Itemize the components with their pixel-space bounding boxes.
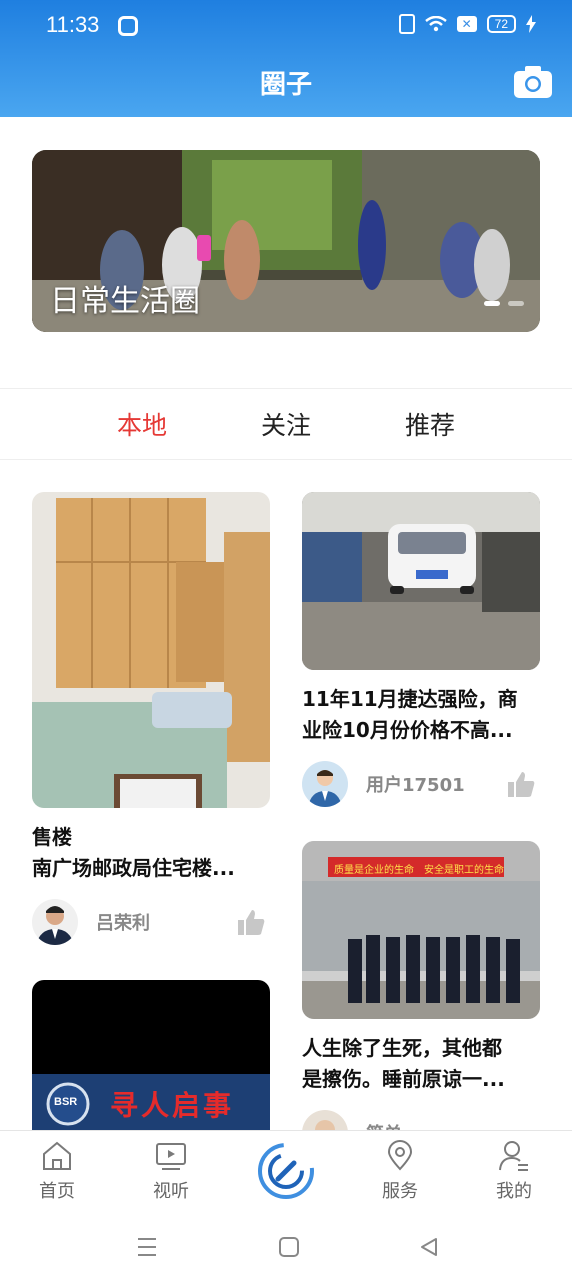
nav-profile[interactable]: 我的: [474, 1139, 554, 1203]
tab-recommended[interactable]: 推荐: [405, 406, 455, 442]
tv-icon: [156, 1143, 186, 1170]
bottom-navigation: 首页 视听 服务 我的: [0, 1130, 572, 1216]
avatar[interactable]: [302, 761, 348, 807]
post-card[interactable]: 质量是企业的生命 安全是职工的生命 人生除了生死，其他都 是擦伤。睡前原谅一..…: [302, 841, 540, 1157]
circle-center-icon: [258, 1143, 314, 1199]
image-caption: 寻人启事: [110, 1089, 235, 1122]
page-title: 圈子: [259, 70, 312, 100]
image-banner-text: 质量是企业的生命 安全是职工的生命: [334, 865, 504, 876]
nav-service[interactable]: 服务: [360, 1139, 440, 1203]
home-icon: [43, 1141, 71, 1170]
charging-icon: [526, 15, 536, 33]
vibrate-icon: [398, 14, 415, 34]
location-icon: [387, 1140, 413, 1171]
nav-label: 服务: [382, 1181, 418, 1202]
banner-caption: 日常生活圈: [50, 284, 200, 319]
profile-icon: [499, 1141, 528, 1171]
post-title: 业险10月份价格不高...: [302, 718, 513, 742]
thumbs-up-icon[interactable]: [236, 908, 266, 936]
home-square-icon[interactable]: [278, 1236, 300, 1258]
post-title: 是擦伤。睡前原谅一...: [302, 1067, 505, 1091]
post-image: 质量是企业的生命 安全是职工的生命: [302, 841, 540, 1019]
post-title: 11年11月捷达强险，商: [302, 687, 518, 711]
logo-text: BSR: [54, 1096, 78, 1108]
nav-home[interactable]: 首页: [17, 1139, 97, 1203]
nav-media[interactable]: 视听: [131, 1139, 211, 1203]
author-name: 用户17501: [366, 775, 465, 796]
post-card[interactable]: BSR 寻人启事: [32, 980, 270, 1130]
tab-local[interactable]: 本地: [117, 406, 167, 442]
banner-carousel[interactable]: 日常生活圈: [32, 150, 540, 332]
author-name: 吕荣利: [96, 913, 150, 934]
wifi-icon: [424, 16, 447, 32]
camera-button[interactable]: [514, 66, 552, 98]
carousel-dot: [484, 301, 500, 306]
post-title: 售楼: [32, 825, 72, 849]
post-image: [302, 492, 540, 670]
app-notification-icon: [118, 16, 138, 36]
carousel-indicators: [484, 301, 524, 306]
post-card[interactable]: 售楼 南广场邮政局住宅楼... 吕荣利: [32, 492, 270, 946]
nav-label: 我的: [496, 1181, 532, 1202]
nav-circle[interactable]: [256, 1141, 316, 1201]
post-author: 用户17501: [302, 760, 540, 808]
post-author: 吕荣利: [32, 898, 270, 946]
post-image: BSR 寻人启事: [32, 980, 270, 1130]
system-navigation-bar: [0, 1216, 572, 1280]
back-icon[interactable]: [418, 1236, 440, 1258]
battery-icon: 72: [486, 15, 516, 33]
header-bar: 11:33 ✕ 72 圈子: [0, 0, 572, 117]
post-card[interactable]: 11年11月捷达强险，商 业险10月份价格不高... 用户17501: [302, 492, 540, 808]
no-sim-icon: ✕: [456, 16, 477, 32]
post-image: [32, 492, 270, 808]
feed-tabs: 本地 关注 推荐: [0, 388, 572, 460]
status-time: 11:33: [46, 12, 100, 37]
status-icons: ✕ 72: [398, 14, 536, 34]
camera-icon: [514, 66, 552, 98]
tab-following[interactable]: 关注: [261, 406, 311, 442]
post-title: 南广场邮政局住宅楼...: [32, 856, 235, 880]
thumbs-up-icon[interactable]: [506, 770, 536, 798]
menu-icon[interactable]: [136, 1236, 158, 1258]
carousel-dot: [508, 301, 524, 306]
nav-label: 视听: [153, 1181, 189, 1202]
status-bar: 11:33 ✕ 72: [0, 0, 572, 52]
post-title: 人生除了生死，其他都: [302, 1036, 502, 1060]
avatar[interactable]: [32, 899, 78, 945]
nav-label: 首页: [39, 1181, 75, 1202]
